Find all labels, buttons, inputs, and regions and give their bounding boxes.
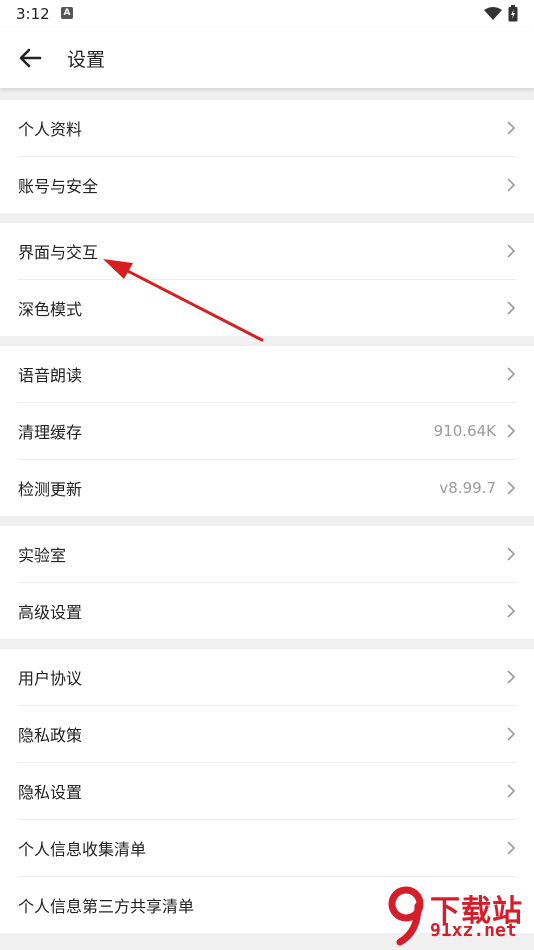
settings-item-voice-reading[interactable]: 语音朗读 [18,346,516,402]
settings-group-advanced: 实验室 高级设置 [0,526,534,639]
chevron-right-icon [507,178,516,192]
status-bar: 3:12 A [0,0,534,28]
settings-item-label: 隐私政策 [18,726,83,745]
settings-item-dark-mode[interactable]: 深色模式 [18,279,516,336]
settings-item-privacy-settings[interactable]: 隐私设置 [18,762,516,819]
settings-group-display: 界面与交互 深色模式 [0,223,534,336]
settings-item-interface-interaction[interactable]: 界面与交互 [18,223,516,279]
version-value: v8.99.7 [439,479,496,497]
settings-group-account: 个人资料 账号与安全 [0,100,534,213]
settings-item-privacy-policy[interactable]: 隐私政策 [18,705,516,762]
settings-item-lab[interactable]: 实验室 [18,526,516,582]
notification-icon: A [61,7,73,19]
status-icons [484,5,518,22]
settings-item-clear-cache[interactable]: 清理缓存 910.64K [18,402,516,459]
settings-item-label: 实验室 [18,546,67,565]
chevron-right-icon [507,367,516,381]
settings-item-user-agreement[interactable]: 用户协议 [18,649,516,705]
app-bar: 设置 [0,28,534,88]
chevron-right-icon [507,121,516,135]
battery-icon [508,5,518,22]
chevron-right-icon [507,784,516,798]
settings-item-label: 个人信息收集清单 [18,840,147,859]
chevron-right-icon [507,301,516,315]
settings-group-system: 语音朗读 清理缓存 910.64K 检测更新 v8.99.7 [0,346,534,516]
chevron-right-icon [507,727,516,741]
settings-item-label: 账号与安全 [18,177,99,196]
settings-item-label: 清理缓存 [18,423,83,442]
settings-item-check-update[interactable]: 检测更新 v8.99.7 [18,459,516,516]
back-arrow-icon[interactable] [14,42,46,74]
watermark-logo: 下载站 91xz.net [384,884,530,946]
watermark-mark-icon [388,886,424,946]
settings-item-label: 高级设置 [18,603,83,622]
chevron-right-icon [507,481,516,495]
settings-item-label: 语音朗读 [18,366,83,385]
chevron-right-icon [507,244,516,258]
chevron-right-icon [507,547,516,561]
settings-item-label: 个人资料 [18,120,83,139]
settings-item-label: 隐私设置 [18,783,83,802]
wifi-icon [484,6,502,20]
chevron-right-icon [507,841,516,855]
chevron-right-icon [507,424,516,438]
chevron-right-icon [507,604,516,618]
settings-item-label: 深色模式 [18,300,83,319]
settings-item-info-collection-list[interactable]: 个人信息收集清单 [18,819,516,876]
settings-item-profile[interactable]: 个人资料 [18,100,516,156]
cache-size-value: 910.64K [433,422,496,440]
status-time: 3:12 [16,5,50,23]
settings-item-label: 检测更新 [18,480,83,499]
page-title: 设置 [67,49,106,71]
settings-item-label: 用户协议 [18,669,83,688]
watermark-url: 91xz.net [430,920,517,941]
settings-item-account-security[interactable]: 账号与安全 [18,156,516,213]
chevron-right-icon [507,670,516,684]
settings-item-advanced-settings[interactable]: 高级设置 [18,582,516,639]
settings-item-label: 界面与交互 [18,243,99,262]
